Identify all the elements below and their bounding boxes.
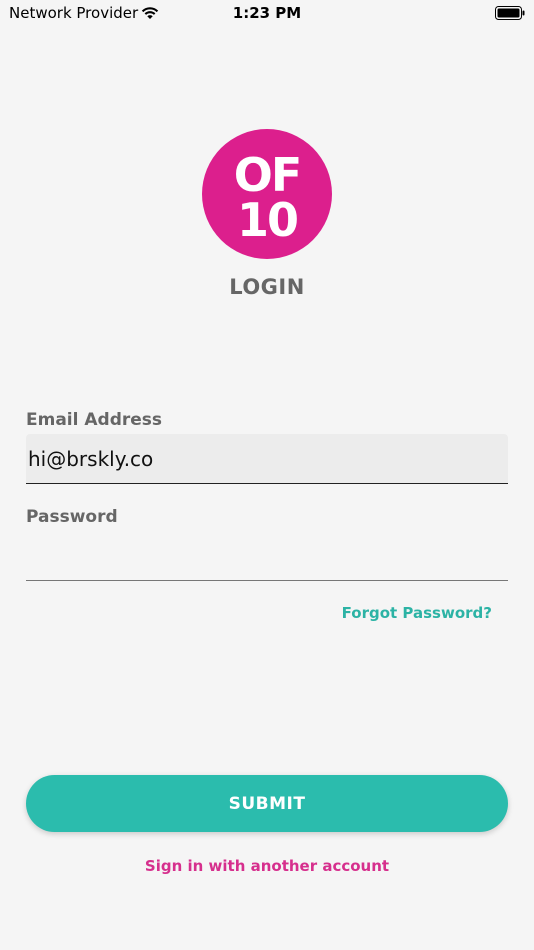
password-label: Password xyxy=(26,507,118,527)
brand-logo: OF 10 xyxy=(202,129,332,259)
email-label: Email Address xyxy=(26,410,163,430)
password-field[interactable] xyxy=(26,531,508,581)
submit-button[interactable]: SUBMIT xyxy=(26,775,508,832)
email-field[interactable] xyxy=(26,434,508,484)
logo-bottom-text: 10 xyxy=(237,193,297,247)
sign-in-another-account-link[interactable]: Sign in with another account xyxy=(0,857,534,875)
page-title: LOGIN xyxy=(229,275,305,299)
status-bar: Network Provider 1:23 PM xyxy=(0,0,534,28)
battery-icon xyxy=(495,6,525,20)
forgot-password-link[interactable]: Forgot Password? xyxy=(342,604,492,622)
clock: 1:23 PM xyxy=(232,4,302,22)
